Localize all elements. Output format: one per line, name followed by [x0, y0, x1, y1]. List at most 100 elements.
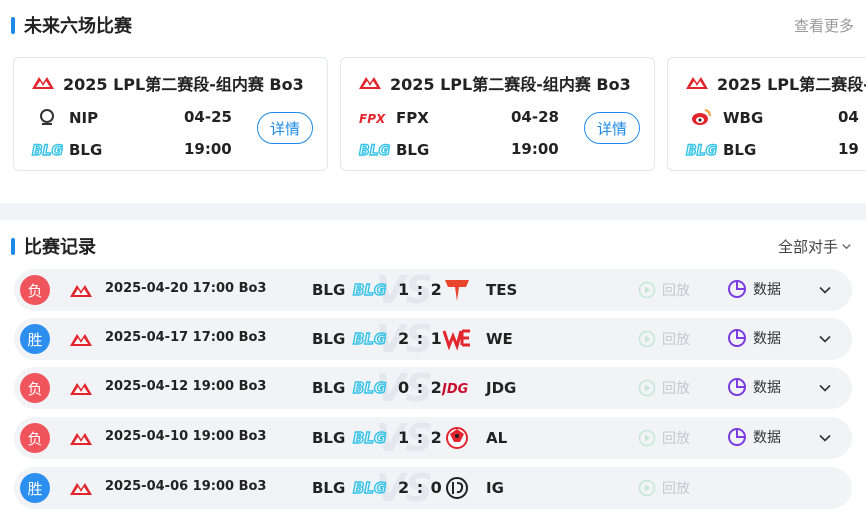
pie-chart-icon — [728, 428, 746, 446]
blg-logo-icon: BLG — [685, 140, 717, 160]
chevron-down-icon[interactable] — [817, 282, 833, 298]
card-date: 04-28 — [511, 108, 559, 126]
stats-label: 数据 — [753, 430, 781, 446]
team-a-name: WBG — [723, 109, 764, 127]
match-datetime: 2025-04-10 19:00 Bo3 — [105, 429, 267, 444]
card-time: 19:00 — [511, 140, 559, 158]
ig-logo-icon — [446, 477, 468, 499]
match-datetime: 2025-04-17 17:00 Bo3 — [105, 330, 267, 345]
chevron-down-icon[interactable] — [817, 380, 833, 396]
blg-logo-icon: BLG — [352, 478, 387, 497]
home-team-name: BLG — [312, 281, 346, 299]
result-badge: 负 — [20, 423, 50, 453]
lpl-logo-icon — [70, 285, 92, 297]
pie-chart-icon — [728, 329, 746, 347]
opponent-filter-label: 全部对手 — [777, 237, 838, 256]
nip-logo-icon — [31, 108, 63, 128]
replay-button[interactable]: 回放 — [638, 478, 690, 498]
match-row[interactable]: 负 2025-04-20 17:00 Bo3 VS BLG BLG 1 : 2 … — [14, 269, 852, 311]
stats-button[interactable]: 数据 — [727, 377, 781, 397]
match-card[interactable]: 2025 LPL第二赛段-组内赛 Bo3 WBG BLG BLG 04 19 — [667, 57, 866, 171]
team-a-row: FPX FPX — [358, 108, 476, 128]
match-row[interactable]: 负 2025-04-12 19:00 Bo3 VS BLG BLG 0 : 2 … — [14, 367, 852, 409]
home-team-name: BLG — [312, 379, 346, 397]
lpl-logo-icon — [70, 383, 92, 395]
jdg-logo-icon: JDG — [442, 382, 469, 397]
svg-text:BLG: BLG — [353, 379, 386, 397]
blg-logo-icon: BLG — [352, 378, 387, 397]
view-more-link[interactable]: 查看更多 — [794, 15, 854, 36]
chevron-down-icon[interactable] — [817, 430, 833, 446]
opponent-filter[interactable]: 全部对手 — [778, 236, 852, 257]
svg-text:BLG: BLG — [353, 281, 386, 299]
al-logo-icon — [446, 427, 468, 449]
home-team-name: BLG — [312, 330, 346, 348]
blg-logo-icon: BLG — [358, 140, 390, 160]
match-score: 2 : 1 — [398, 329, 443, 348]
replay-button[interactable]: 回放 — [638, 329, 690, 349]
replay-button[interactable]: 回放 — [638, 280, 690, 300]
section-accent-bar — [11, 237, 15, 255]
card-league: 2025 LPL第二赛段-组内赛 Bo3 — [390, 75, 631, 94]
team-b-name: BLG — [69, 141, 103, 159]
stats-label: 数据 — [753, 380, 781, 396]
match-row[interactable]: 胜 2025-04-17 17:00 Bo3 VS BLG BLG 2 : 1 … — [14, 318, 852, 360]
svg-text:BLG: BLG — [32, 143, 63, 159]
detail-button[interactable]: 详情 — [584, 112, 640, 144]
match-row[interactable]: 胜 2025-04-06 19:00 Bo3 VS BLG BLG 2 : 0 … — [14, 467, 852, 509]
svg-text:BLG: BLG — [353, 429, 386, 447]
replay-button[interactable]: 回放 — [638, 428, 690, 448]
team-a-name: FPX — [396, 109, 429, 127]
blg-logo-icon: BLG — [352, 428, 387, 447]
replay-label: 回放 — [662, 332, 690, 348]
play-circle-icon — [638, 281, 656, 299]
lpl-logo-icon — [70, 334, 92, 346]
stats-button[interactable]: 数据 — [727, 427, 781, 447]
home-team-name: BLG — [312, 429, 346, 447]
upcoming-header: 未来六场比赛 查看更多 — [0, 5, 866, 45]
team-a-row: NIP — [31, 108, 149, 128]
match-score: 1 : 2 — [398, 280, 443, 299]
team-b-row: BLG BLG — [685, 140, 803, 160]
replay-label: 回放 — [662, 381, 690, 397]
match-card[interactable]: 2025 LPL第二赛段-组内赛 Bo3 FPX FPX BLG BLG 04-… — [340, 57, 655, 171]
chevron-down-icon[interactable] — [817, 331, 833, 347]
replay-label: 回放 — [662, 431, 690, 447]
replay-button[interactable]: 回放 — [638, 378, 690, 398]
stats-label: 数据 — [753, 282, 781, 298]
replay-label: 回放 — [662, 481, 690, 497]
chevron-down-icon — [842, 243, 851, 249]
stats-button[interactable]: 数据 — [727, 328, 781, 348]
card-date: 04-25 — [184, 108, 232, 126]
away-team-name: JDG — [486, 379, 517, 397]
match-datetime: 2025-04-06 19:00 Bo3 — [105, 479, 267, 494]
match-datetime: 2025-04-20 17:00 Bo3 — [105, 281, 267, 296]
team-b-row: BLG BLG — [358, 140, 476, 160]
team-a-name: NIP — [69, 109, 99, 127]
blg-logo-icon: BLG — [352, 280, 387, 299]
stats-button[interactable]: 数据 — [727, 279, 781, 299]
detail-button[interactable]: 详情 — [257, 112, 313, 144]
team-a-row: WBG — [685, 108, 803, 128]
away-team-name: WE — [486, 330, 513, 348]
match-row[interactable]: 负 2025-04-10 19:00 Bo3 VS BLG BLG 1 : 2 … — [14, 417, 852, 459]
pie-chart-icon — [728, 280, 746, 298]
match-datetime: 2025-04-12 19:00 Bo3 — [105, 379, 267, 394]
svg-text:FPX: FPX — [359, 112, 386, 125]
result-badge: 负 — [20, 275, 50, 305]
svg-text:BLG: BLG — [686, 143, 717, 159]
match-card[interactable]: 2025 LPL第二赛段-组内赛 Bo3 NIP BLG BLG 04-25 1… — [13, 57, 328, 171]
play-circle-icon — [638, 429, 656, 447]
svg-text:BLG: BLG — [353, 330, 386, 348]
match-score: 2 : 0 — [398, 478, 443, 497]
team-b-row: BLG BLG — [31, 140, 149, 160]
blg-logo-icon: BLG — [352, 329, 387, 348]
result-badge: 胜 — [20, 473, 50, 503]
section-accent-bar — [11, 16, 15, 34]
card-header: 2025 LPL第二赛段-组内赛 Bo3 — [31, 71, 304, 95]
lpl-logo-icon — [70, 483, 92, 495]
lpl-logo-icon — [686, 77, 708, 89]
card-time: 19:00 — [184, 140, 232, 158]
away-team-name: IG — [486, 479, 504, 497]
play-circle-icon — [638, 330, 656, 348]
